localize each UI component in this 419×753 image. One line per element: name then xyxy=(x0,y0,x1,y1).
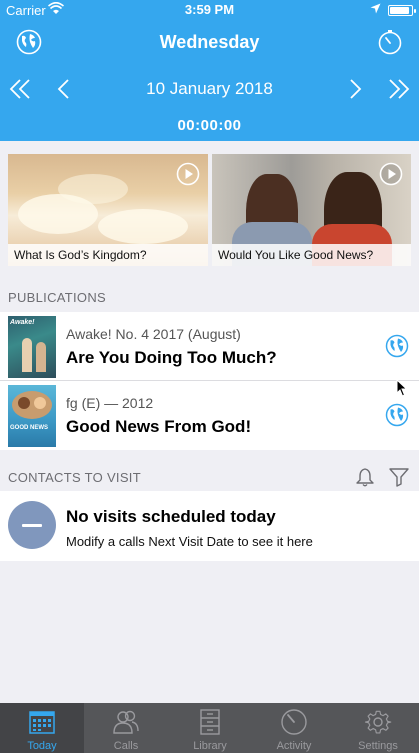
people-icon xyxy=(113,710,139,734)
battery-icon xyxy=(388,5,416,16)
mouse-cursor-icon xyxy=(396,379,408,397)
publication-cover-figure xyxy=(22,338,32,372)
status-bar: Carrier 3:59 PM xyxy=(0,0,419,20)
tab-today[interactable]: Today xyxy=(0,703,84,753)
tab-calls[interactable]: Calls xyxy=(84,703,168,753)
no-visits-title: No visits scheduled today xyxy=(66,507,276,526)
publication-cover: Awake! xyxy=(8,316,56,378)
header-bar: Carrier 3:59 PM Wednesday 10 January 201… xyxy=(0,0,419,141)
tab-bar: Today Calls Library Activity Settings xyxy=(0,703,419,753)
publications-section-title: PUBLICATIONS xyxy=(8,290,106,305)
globe-icon[interactable] xyxy=(385,334,409,358)
video-card[interactable]: Would You Like Good News? xyxy=(212,154,411,266)
publication-cover-label: Awake! xyxy=(10,319,35,326)
tab-label: Today xyxy=(27,740,57,752)
publication-title: Are You Doing Too Much? xyxy=(66,348,277,367)
publication-cover-figure xyxy=(36,342,46,372)
publications-list: Awake! Awake! No. 4 2017 (August) Are Yo… xyxy=(0,312,419,450)
video-thumbnail-cloud xyxy=(58,174,128,204)
no-visits-hint: Modify a calls Next Visit Date to see it… xyxy=(66,534,313,549)
timer-readout: 00:00:00 xyxy=(177,117,242,134)
calendar-icon xyxy=(29,711,55,734)
status-time: 3:59 PM xyxy=(184,2,235,17)
video-thumbnail-cloud xyxy=(98,209,188,244)
publication-cover-figure xyxy=(34,397,46,409)
gauge-icon xyxy=(281,709,307,735)
publication-cover: GOOD NEWS xyxy=(8,385,56,447)
publication-meta: fg (E) — 2012 xyxy=(66,395,154,411)
publication-cover-label: GOOD NEWS xyxy=(10,425,49,431)
bell-icon[interactable] xyxy=(354,466,376,488)
video-card[interactable]: What Is God’s Kingdom? xyxy=(8,154,208,266)
contacts-empty-state: No visits scheduled today Modify a calls… xyxy=(0,491,419,561)
publication-meta: Awake! No. 4 2017 (August) xyxy=(66,326,241,342)
globe-icon[interactable] xyxy=(385,403,409,427)
video-carousel: What Is God’s Kingdom? Would You Like Go… xyxy=(8,154,411,266)
tab-label: Activity xyxy=(276,740,312,752)
day-title: Wednesday xyxy=(159,32,260,52)
video-caption: What Is God’s Kingdom? xyxy=(8,244,208,266)
tab-activity[interactable]: Activity xyxy=(252,703,336,753)
location-arrow-icon xyxy=(370,3,381,14)
list-item[interactable]: Awake! Awake! No. 4 2017 (August) Are Yo… xyxy=(0,312,419,381)
play-icon[interactable] xyxy=(379,162,403,186)
cabinet-icon xyxy=(200,709,220,735)
stopwatch-icon[interactable] xyxy=(377,29,403,55)
tab-label: Calls xyxy=(113,740,139,752)
list-item[interactable]: GOOD NEWS fg (E) — 2012 Good News From G… xyxy=(0,381,419,450)
next-week-icon[interactable] xyxy=(385,76,411,102)
no-visits-icon xyxy=(8,501,56,549)
next-day-icon[interactable] xyxy=(341,76,367,102)
tab-library[interactable]: Library xyxy=(168,703,252,753)
gear-icon xyxy=(364,710,392,734)
play-icon[interactable] xyxy=(176,162,200,186)
tab-label: Library xyxy=(193,740,227,752)
tab-settings[interactable]: Settings xyxy=(336,703,419,753)
publication-cover-figure xyxy=(18,397,30,409)
video-caption: Would You Like Good News? xyxy=(212,244,411,266)
publication-title: Good News From God! xyxy=(66,417,252,436)
tab-label: Settings xyxy=(358,740,398,752)
filter-icon[interactable] xyxy=(388,466,410,488)
